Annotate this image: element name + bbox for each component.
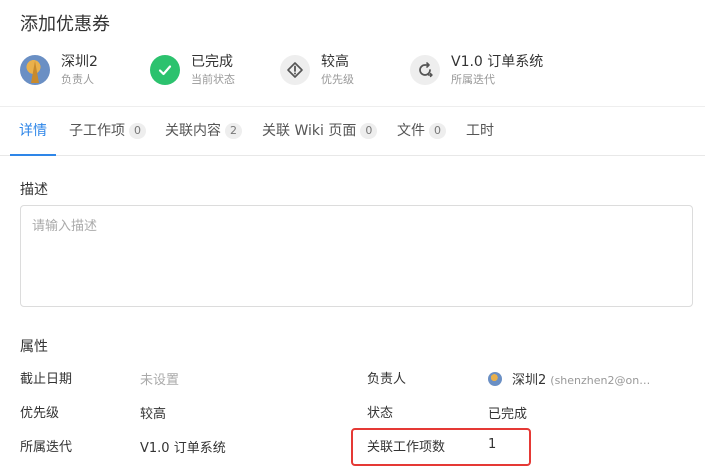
tab-details[interactable]: 详情 xyxy=(10,107,56,156)
tab-bar: 详情 子工作项 0 关联内容 2 关联 Wiki 页面 0 文件 0 工时 xyxy=(0,107,705,156)
tab-files[interactable]: 文件 0 xyxy=(397,107,446,155)
deadline-label: 截止日期 xyxy=(20,372,73,387)
assignee-label: 负责人 xyxy=(367,372,407,387)
iteration-value[interactable]: V1.0 订单系统 xyxy=(140,437,226,456)
meta-priority-value: 较高 xyxy=(321,54,349,70)
properties-heading: 属性 xyxy=(20,339,48,355)
meta-priority-label: 优先级 xyxy=(321,73,354,86)
meta-assignee-label: 负责人 xyxy=(61,73,94,86)
tab-worklog[interactable]: 工时 xyxy=(466,107,494,155)
iteration-icon xyxy=(410,55,440,85)
tab-label: 详情 xyxy=(19,123,47,139)
assignee-value[interactable]: 深圳2 (shenzhen2@on… xyxy=(488,369,650,388)
tab-related-content[interactable]: 关联内容 2 xyxy=(165,107,242,155)
meta-status-value: 已完成 xyxy=(191,54,233,70)
avatar xyxy=(488,372,502,386)
status-label: 状态 xyxy=(367,406,394,421)
meta-iteration[interactable]: V1.0 订单系统 所属迭代 xyxy=(410,52,543,88)
status-value[interactable]: 已完成 xyxy=(488,403,527,422)
tab-label: 关联内容 xyxy=(165,123,221,139)
tab-subtasks[interactable]: 子工作项 0 xyxy=(69,107,146,155)
meta-assignee-value: 深圳2 xyxy=(61,54,98,70)
tab-label: 关联 Wiki 页面 xyxy=(262,123,357,139)
meta-status[interactable]: 已完成 当前状态 xyxy=(150,52,235,88)
meta-iteration-value: V1.0 订单系统 xyxy=(451,54,544,70)
description-input[interactable]: 请输入描述 xyxy=(20,205,693,307)
priority-icon xyxy=(280,55,310,85)
iteration-label: 所属迭代 xyxy=(20,440,73,455)
check-icon xyxy=(150,55,180,85)
tab-count-badge: 2 xyxy=(225,123,242,139)
tab-label: 工时 xyxy=(466,123,494,139)
priority-label: 优先级 xyxy=(20,406,60,421)
assignee-email: (shenzhen2@on… xyxy=(550,374,651,387)
tab-label: 子工作项 xyxy=(69,123,125,139)
tab-related-wiki[interactable]: 关联 Wiki 页面 0 xyxy=(262,107,378,155)
tab-count-badge: 0 xyxy=(129,123,146,139)
deadline-value[interactable]: 未设置 xyxy=(140,369,179,388)
meta-row: 深圳2 负责人 已完成 当前状态 较高 优先级 V1.0 订单系统 所属迭代 xyxy=(20,52,700,96)
page-title: 添加优惠券 xyxy=(20,14,110,35)
description-placeholder: 请输入描述 xyxy=(32,219,98,234)
description-heading: 描述 xyxy=(20,182,48,198)
meta-status-label: 当前状态 xyxy=(191,73,235,86)
linked-items-value: 1 xyxy=(488,437,497,452)
tab-count-badge: 0 xyxy=(429,123,446,139)
meta-iteration-label: 所属迭代 xyxy=(451,73,495,86)
avatar xyxy=(20,55,50,85)
tab-count-badge: 0 xyxy=(360,123,378,139)
linked-items-label: 关联工作项数 xyxy=(367,440,446,455)
assignee-name: 深圳2 xyxy=(512,373,547,388)
priority-value[interactable]: 较高 xyxy=(140,403,166,422)
tab-label: 文件 xyxy=(397,123,425,139)
meta-priority[interactable]: 较高 优先级 xyxy=(280,52,354,88)
meta-assignee[interactable]: 深圳2 负责人 xyxy=(20,52,98,88)
